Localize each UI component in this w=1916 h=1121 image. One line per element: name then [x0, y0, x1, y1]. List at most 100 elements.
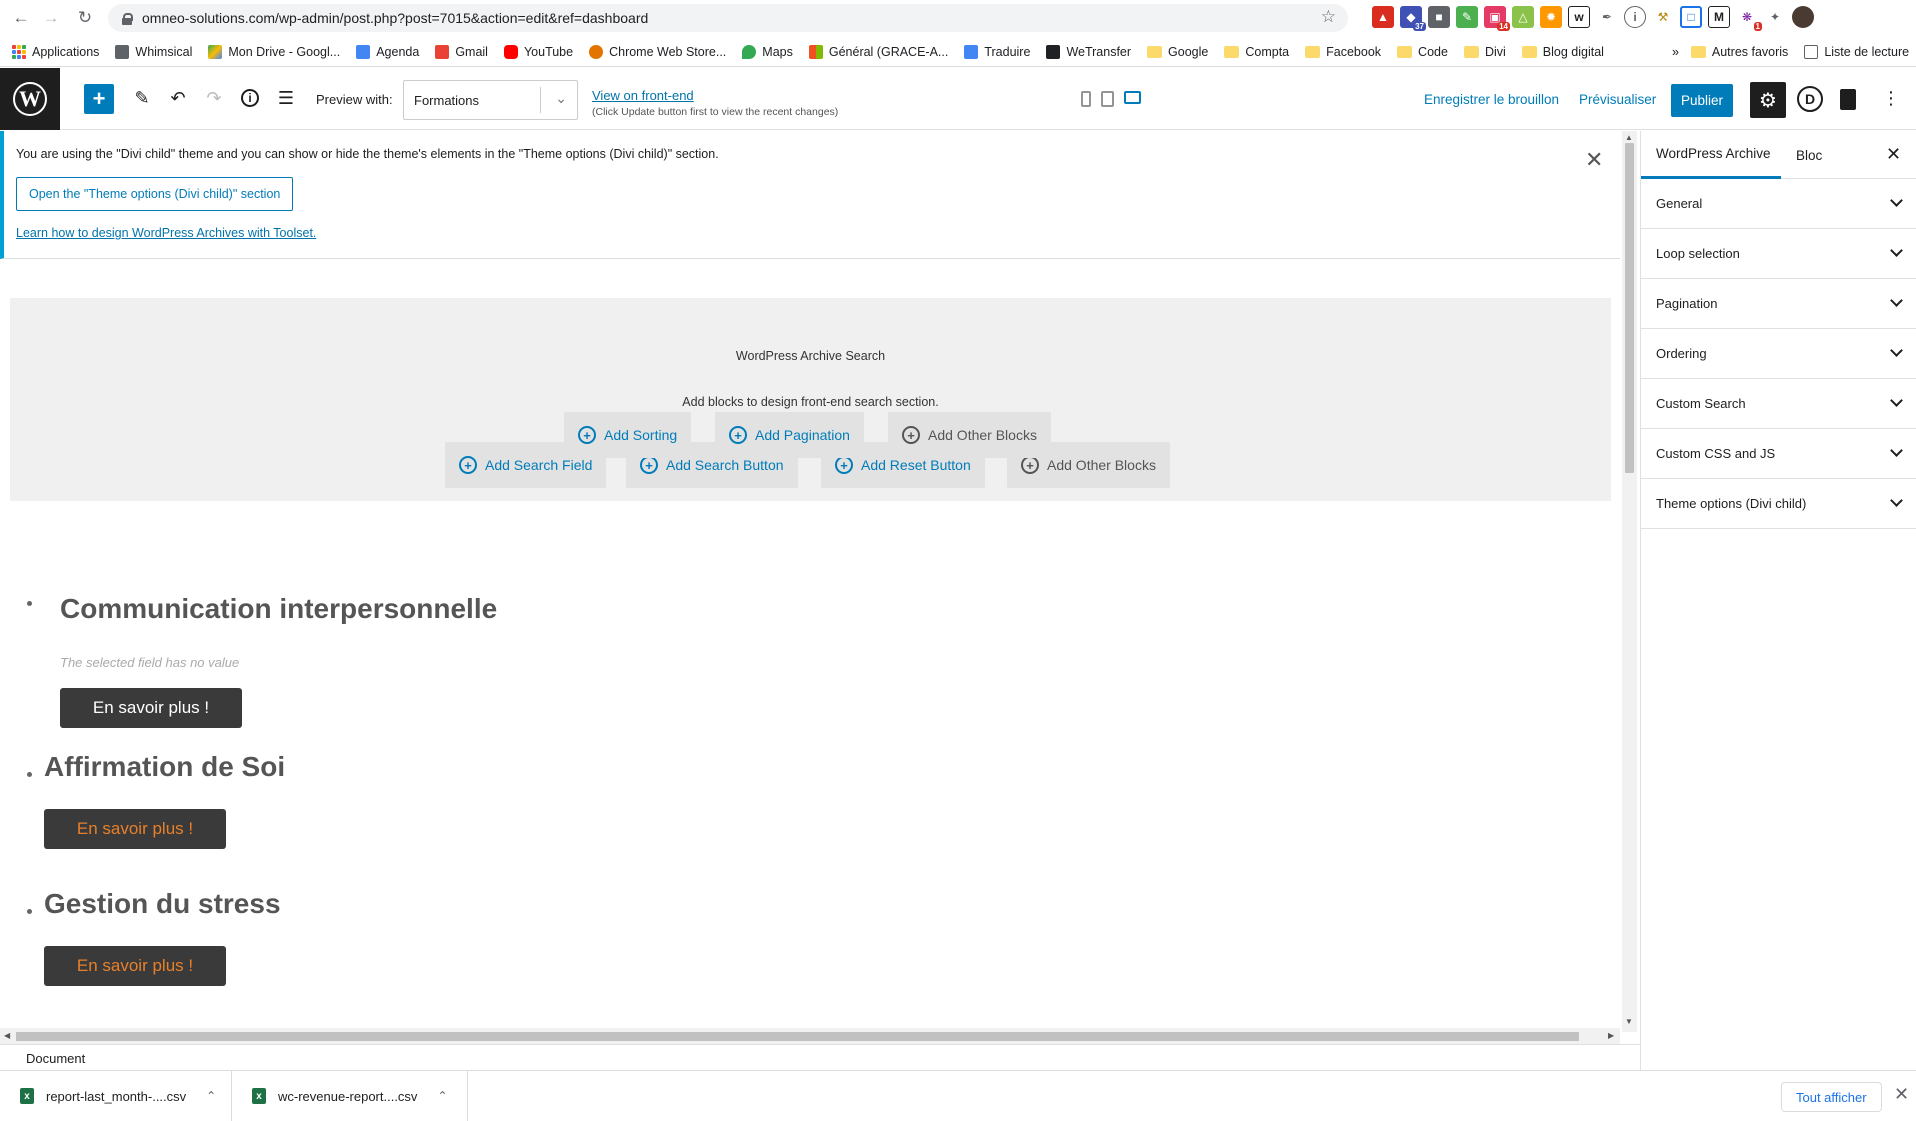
address-bar[interactable]: omneo-solutions.com/wp-admin/post.php?po…: [108, 4, 1348, 32]
add-sorting-button[interactable]: + Add Sorting: [564, 412, 692, 458]
mobile-preview-icon[interactable]: [1081, 91, 1091, 107]
puzzle-icon[interactable]: ✦: [1764, 6, 1786, 28]
calendar-extension-icon[interactable]: ▣ 14: [1484, 6, 1510, 31]
back-arrow-icon[interactable]: ←: [6, 3, 36, 33]
bookmark-agenda[interactable]: Agenda: [356, 44, 419, 59]
read-more-button[interactable]: En savoir plus !: [44, 946, 226, 986]
add-block-button[interactable]: +: [84, 84, 114, 114]
bookmark-applications[interactable]: Applications: [12, 44, 99, 59]
bookmark-label: Whimsical: [135, 44, 193, 59]
bookmark-youtube[interactable]: YouTube: [503, 44, 573, 59]
shield-extension-icon[interactable]: ■: [1428, 6, 1450, 28]
save-draft-button[interactable]: Enregistrer le brouillon: [1424, 92, 1559, 107]
scroll-up-arrow-icon[interactable]: ▲: [1625, 133, 1633, 142]
forward-arrow-icon[interactable]: →: [36, 3, 66, 33]
divi-icon[interactable]: D: [1797, 86, 1823, 112]
scroll-right-arrow-icon[interactable]: ▶: [1608, 1031, 1614, 1040]
bookmark-facebook[interactable]: Facebook: [1305, 45, 1381, 59]
gear-extension-icon[interactable]: ✹: [1540, 6, 1562, 28]
panel-general[interactable]: General: [1641, 179, 1916, 229]
read-more-button[interactable]: En savoir plus !: [44, 809, 226, 849]
list-view-icon[interactable]: ☰: [274, 86, 298, 110]
learn-archives-link[interactable]: Learn how to design WordPress Archives w…: [16, 226, 316, 240]
bookmark-compta[interactable]: Compta: [1224, 45, 1289, 59]
close-icon[interactable]: ✕: [1894, 1084, 1909, 1105]
bookmark-blog-digital[interactable]: Blog digital: [1521, 45, 1604, 59]
avatar[interactable]: [1792, 6, 1814, 28]
open-theme-options-button[interactable]: Open the "Theme options (Divi child)" se…: [16, 177, 294, 211]
bookmark-whimsical[interactable]: Whimsical: [115, 44, 193, 59]
breadcrumb-document[interactable]: Document: [26, 1051, 85, 1066]
settings-gear-icon[interactable]: ⚙: [1750, 82, 1786, 118]
brush-extension-icon[interactable]: ✒: [1596, 6, 1618, 28]
bookmark-chrome-store[interactable]: Chrome Web Store...: [589, 44, 726, 59]
graduation-extension-icon[interactable]: ◆ 37: [1400, 6, 1426, 31]
bookmark-drive[interactable]: Mon Drive - Googl...: [208, 44, 340, 59]
panel-custom-css-js[interactable]: Custom CSS and JS: [1641, 429, 1916, 479]
flask-extension-icon[interactable]: △: [1512, 6, 1534, 28]
gmail-extension-icon[interactable]: M: [1708, 6, 1730, 28]
scrollbar-thumb[interactable]: [16, 1032, 1579, 1041]
chevron-up-icon[interactable]: ⌃: [206, 1089, 216, 1103]
star-icon[interactable]: ☆: [1321, 7, 1336, 27]
chevron-up-icon[interactable]: ⌃: [437, 1089, 447, 1103]
pdf-extension-icon[interactable]: ▲: [1372, 6, 1394, 28]
show-all-downloads-button[interactable]: Tout afficher: [1781, 1082, 1882, 1112]
bookmark-traduire[interactable]: Traduire: [964, 44, 1030, 59]
reading-list[interactable]: Liste de lecture: [1804, 44, 1909, 59]
download-item[interactable]: x report-last_month-....csv ⌃: [0, 1071, 232, 1121]
close-icon[interactable]: ✕: [1585, 147, 1603, 173]
bookmark-gmail[interactable]: Gmail: [435, 44, 488, 59]
redo-icon[interactable]: ↷: [202, 86, 226, 110]
scroll-down-arrow-icon[interactable]: ▼: [1625, 1017, 1633, 1026]
download-filename: wc-revenue-report....csv: [278, 1088, 418, 1104]
desktop-preview-icon[interactable]: [1124, 91, 1141, 104]
window-extension-icon[interactable]: □: [1680, 6, 1702, 28]
pen-extension-icon[interactable]: ✎: [1456, 6, 1478, 28]
toolset-icon[interactable]: [1840, 89, 1856, 110]
translate-icon: [964, 44, 979, 59]
scrollbar-thumb[interactable]: [1625, 143, 1634, 473]
bookmark-other[interactable]: Autres favoris: [1690, 45, 1788, 59]
archive-search-block[interactable]: WordPress Archive Search Add blocks to d…: [10, 298, 1611, 501]
add-pagination-button[interactable]: + Add Pagination: [715, 412, 864, 458]
bookmark-maps[interactable]: Maps: [742, 44, 793, 59]
info-extension-icon[interactable]: i: [1624, 6, 1646, 28]
bookmark-divi[interactable]: Divi: [1463, 45, 1506, 59]
preview-select[interactable]: Formations ⌄: [403, 80, 578, 120]
publish-button[interactable]: Publier: [1671, 84, 1733, 117]
preview-button[interactable]: Prévisualiser: [1579, 92, 1656, 107]
tab-wordpress-archive[interactable]: WordPress Archive: [1641, 131, 1781, 179]
bookmark-general[interactable]: Général (GRACE-A...: [808, 44, 948, 59]
info-icon[interactable]: i: [238, 86, 262, 110]
wordpress-logo[interactable]: W: [0, 67, 60, 130]
colorful-extension-icon[interactable]: ❋ 1: [1736, 6, 1762, 31]
bookmarks-overflow[interactable]: »: [1672, 45, 1679, 59]
more-options-icon[interactable]: ⋮: [1882, 88, 1900, 109]
panel-loop-selection[interactable]: Loop selection: [1641, 229, 1916, 279]
bookmark-google[interactable]: Google: [1147, 45, 1208, 59]
panel-theme-options[interactable]: Theme options (Divi child): [1641, 479, 1916, 529]
add-other-blocks-button[interactable]: + Add Other Blocks: [888, 412, 1051, 458]
wordcount-extension-icon[interactable]: w: [1568, 6, 1590, 28]
bookmark-code[interactable]: Code: [1397, 45, 1448, 59]
tab-bloc[interactable]: Bloc: [1796, 131, 1822, 179]
panel-pagination[interactable]: Pagination: [1641, 279, 1916, 329]
tablet-preview-icon[interactable]: [1101, 91, 1114, 107]
vertical-scrollbar[interactable]: ▲ ▼: [1622, 131, 1637, 1032]
undo-icon[interactable]: ↶: [166, 86, 190, 110]
close-icon[interactable]: ✕: [1886, 144, 1901, 165]
reload-icon[interactable]: ↻: [70, 3, 100, 33]
pencil-icon[interactable]: ✎: [130, 86, 154, 110]
bookmark-label: Compta: [1245, 44, 1290, 59]
horizontal-scrollbar[interactable]: ◀ ▶: [0, 1028, 1620, 1044]
download-item[interactable]: x wc-revenue-report....csv ⌃: [232, 1071, 468, 1121]
search-block-title: WordPress Archive Search: [735, 349, 886, 363]
scroll-left-arrow-icon[interactable]: ◀: [4, 1031, 10, 1040]
panel-ordering[interactable]: Ordering: [1641, 329, 1916, 379]
hammer-extension-icon[interactable]: ⚒: [1652, 6, 1674, 28]
panel-custom-search[interactable]: Custom Search: [1641, 379, 1916, 429]
view-front-end-link[interactable]: View on front-end: [592, 88, 694, 103]
bookmark-wetransfer[interactable]: WeTransfer: [1046, 44, 1131, 59]
read-more-button[interactable]: En savoir plus !: [60, 688, 242, 728]
